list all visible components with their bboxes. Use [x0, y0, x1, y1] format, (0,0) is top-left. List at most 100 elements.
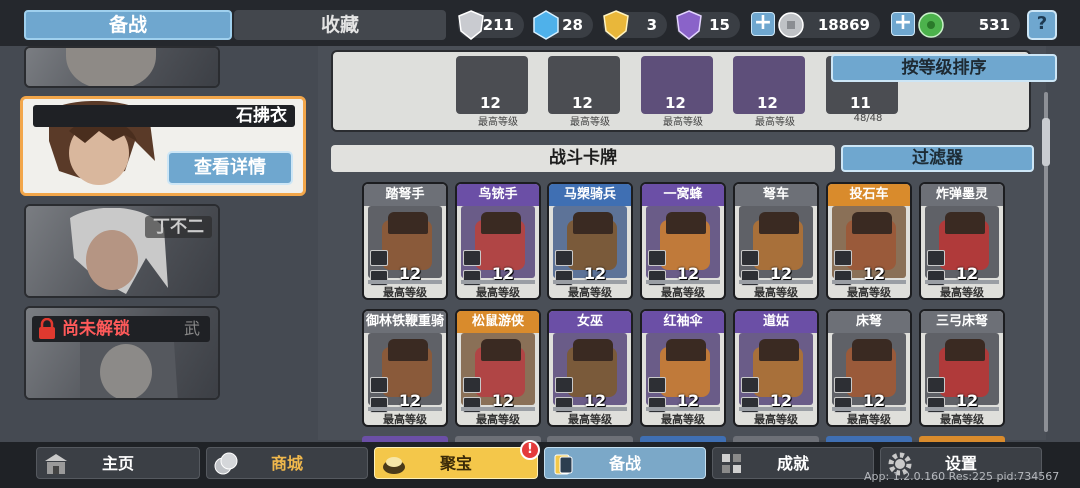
deck-card[interactable]: 12 最高等级	[456, 56, 528, 128]
deck-card-level: 12	[757, 94, 778, 112]
hero-name: 武	[183, 319, 200, 338]
nav-shop[interactable]: 商城	[206, 447, 368, 479]
skill-slot-icon	[648, 250, 666, 266]
skill-slot-icon	[927, 250, 945, 266]
card-level: 12	[862, 391, 886, 410]
battle-card[interactable]: 弩车 12 最高等级	[733, 182, 819, 300]
hero-name: 丁不二	[145, 216, 212, 238]
card-name: 松鼠游侠	[457, 311, 539, 333]
card-caption: 最高等级	[847, 413, 891, 426]
card-caption: 最高等级	[476, 286, 520, 299]
resource-silver-shield: 1211	[458, 10, 524, 40]
locked-label: 尚未解锁	[62, 319, 130, 339]
card-caption: 最高等级	[940, 286, 984, 299]
sort-by-level-button[interactable]: 按等级排序	[831, 54, 1057, 82]
battle-card[interactable]: 炸弹墨灵 12 最高等级	[919, 182, 1005, 300]
battle-card[interactable]: 床弩 12 最高等级	[826, 309, 912, 427]
card-name: 投石车	[828, 184, 910, 206]
card-level: 12	[398, 264, 422, 283]
nav-prepare[interactable]: 备战	[544, 447, 706, 479]
nav-treasure[interactable]: 聚宝	[374, 447, 538, 479]
skill-slot-icon	[555, 250, 573, 266]
unit-head	[573, 339, 613, 361]
nav-achievements[interactable]: 成就	[712, 447, 874, 479]
card-name: 马槊骑兵	[549, 184, 631, 206]
card-name: 御林铁鞭重骑兵	[364, 311, 446, 351]
battle-card[interactable]: 鸟铳手 12 最高等级	[455, 182, 541, 300]
unit-head	[666, 212, 706, 234]
purple-mask-icon	[676, 10, 702, 40]
unit-head	[852, 339, 892, 361]
battle-card[interactable]: 投石车 12 最高等级	[826, 182, 912, 300]
unit-head	[481, 212, 521, 234]
card-level: 12	[955, 264, 979, 283]
resource-value: 15	[709, 16, 730, 34]
card-name: 红袖伞	[642, 311, 724, 333]
card-caption: 最高等级	[568, 413, 612, 426]
filter-button[interactable]: 过滤器	[841, 145, 1034, 172]
card-level: 12	[398, 391, 422, 410]
battle-card[interactable]: 踏弩手 12 最高等级	[362, 182, 448, 300]
card-name: 女巫	[549, 311, 631, 333]
card-level: 12	[583, 264, 607, 283]
tab-prepare[interactable]: 备战	[24, 10, 232, 40]
skill-slot-icon	[555, 377, 573, 393]
tab-collection[interactable]: 收藏	[234, 10, 446, 40]
battle-card[interactable]: 女巫 12 最高等级	[547, 309, 633, 427]
skill-slot-icon	[463, 250, 481, 266]
deck-card-caption: 48/48	[853, 113, 883, 124]
card-level: 12	[955, 391, 979, 410]
card-caption: 最高等级	[476, 413, 520, 426]
notification-badge: !	[520, 440, 540, 460]
unit-head	[388, 212, 428, 234]
resource-value: 531	[978, 16, 1010, 34]
skill-slot-icon	[834, 250, 852, 266]
deck-card[interactable]: 12 最高等级	[548, 56, 620, 128]
resource-jade-coin: 531	[918, 12, 1020, 38]
skill-slot-icon	[741, 377, 759, 393]
deck-card[interactable]: 12 最高等级	[641, 56, 713, 128]
deck-card-level: 12	[480, 94, 501, 112]
nav-home[interactable]: 主页	[36, 447, 200, 479]
hero-card-selected[interactable]: 石拂衣 查看详情	[20, 96, 306, 196]
hero-card-locked[interactable]: 尚未解锁 武	[24, 306, 220, 400]
battle-card[interactable]: 御林铁鞭重骑兵 12 最高等级	[362, 309, 448, 427]
unit-head	[945, 339, 985, 361]
gold-badge-icon	[603, 10, 629, 40]
battle-card[interactable]: 三弓床弩 12 最高等级	[919, 309, 1005, 427]
deck-card-caption: 最高等级	[663, 117, 703, 128]
skill-slot-icon	[463, 377, 481, 393]
battle-card[interactable]: 松鼠游侠 12 最高等级	[455, 309, 541, 427]
unit-head	[481, 339, 521, 361]
unit-head	[388, 339, 428, 361]
help-button[interactable]: ?	[1027, 10, 1057, 40]
card-caption: 最高等级	[661, 286, 705, 299]
unit-head	[759, 339, 799, 361]
add-silver-button[interactable]: +	[751, 12, 775, 36]
card-name: 鸟铳手	[457, 184, 539, 206]
battle-card[interactable]: 一窝蜂 12 最高等级	[640, 182, 726, 300]
nav-label: 主页	[101, 454, 134, 473]
card-caption: 最高等级	[754, 413, 798, 426]
battle-card[interactable]: 马槊骑兵 12 最高等级	[547, 182, 633, 300]
hero-card-available[interactable]: 丁不二	[24, 204, 220, 298]
deck-card-level: 12	[665, 94, 686, 112]
locked-banner: 尚未解锁 武	[32, 316, 210, 342]
card-caption: 最高等级	[847, 286, 891, 299]
resource-value: 28	[562, 16, 583, 34]
add-jade-button[interactable]: +	[891, 12, 915, 36]
card-caption: 最高等级	[940, 413, 984, 426]
card-level: 12	[583, 391, 607, 410]
card-level: 12	[769, 264, 793, 283]
hero-card-top-partial[interactable]	[24, 46, 220, 88]
unit-head	[945, 212, 985, 234]
scrollbar-thumb[interactable]	[1042, 118, 1050, 166]
treasure-bowl-icon	[383, 457, 405, 474]
resource-value: 18869	[817, 16, 870, 34]
battle-card[interactable]: 红袖伞 12 最高等级	[640, 309, 726, 427]
card-name: 床弩	[828, 311, 910, 333]
deck-card[interactable]: 12 最高等级	[733, 56, 805, 128]
view-details-button[interactable]: 查看详情	[167, 151, 293, 185]
card-level: 12	[676, 264, 700, 283]
battle-card[interactable]: 道姑 12 最高等级	[733, 309, 819, 427]
